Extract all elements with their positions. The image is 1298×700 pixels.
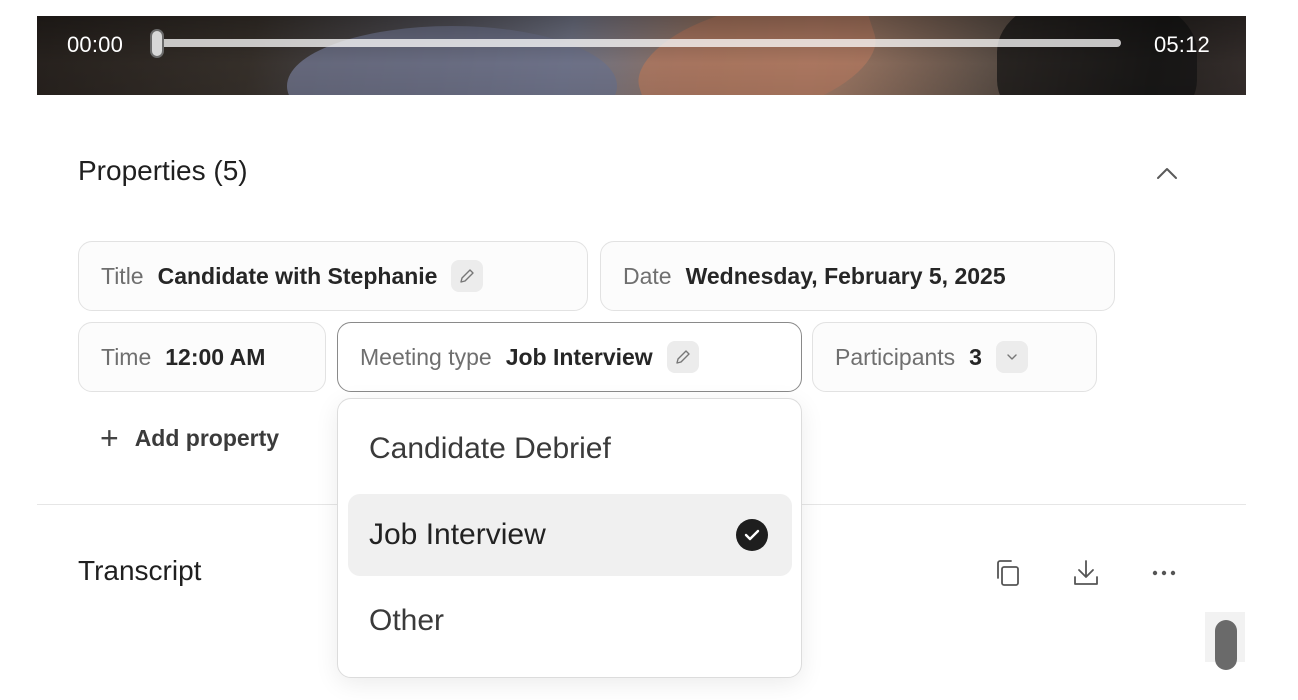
current-time: 00:00 [67, 32, 124, 57]
chevron-down-icon [1007, 354, 1017, 360]
download-transcript-button[interactable] [1068, 555, 1104, 591]
property-key: Meeting type [360, 343, 492, 370]
plus-icon: + [100, 420, 119, 456]
property-key: Participants [835, 343, 956, 370]
property-value: 3 [969, 343, 982, 370]
property-key: Date [623, 262, 672, 289]
expand-participants-button[interactable] [995, 341, 1028, 373]
video-player[interactable]: 00:00 05:12 [37, 16, 1246, 95]
pencil-icon [460, 269, 475, 283]
option-other[interactable]: Other [348, 580, 792, 662]
edit-title-button[interactable] [451, 260, 484, 292]
properties-heading: Properties (5) [78, 155, 248, 186]
option-label: Other [369, 604, 445, 637]
transcript-heading: Transcript [78, 555, 202, 586]
property-title[interactable]: Title Candidate with Stephanie [78, 241, 588, 311]
scrollbar-thumb[interactable] [1215, 620, 1237, 670]
chevron-up-icon [1157, 168, 1177, 179]
pencil-icon [675, 350, 690, 364]
option-label: Candidate Debrief [369, 432, 611, 465]
option-job-interview[interactable]: Job Interview [348, 494, 792, 576]
edit-meeting-type-button[interactable] [666, 341, 699, 373]
option-candidate-debrief[interactable]: Candidate Debrief [348, 408, 792, 490]
copy-transcript-button[interactable] [990, 555, 1026, 591]
property-value: Wednesday, February 5, 2025 [685, 262, 1006, 289]
copy-icon [997, 560, 1019, 586]
option-label: Job Interview [369, 518, 546, 551]
add-property-label: Add property [134, 424, 280, 451]
download-icon [1074, 560, 1098, 585]
property-key: Title [101, 262, 144, 289]
property-date[interactable]: Date Wednesday, February 5, 2025 [600, 241, 1115, 311]
progress-track[interactable] [159, 39, 1121, 47]
duration: 05:12 [1153, 32, 1210, 57]
check-icon [736, 519, 768, 551]
property-value: 12:00 AM [165, 343, 266, 370]
property-value: Job Interview [505, 343, 653, 370]
progress-handle[interactable] [150, 29, 164, 58]
meeting-type-dropdown: Candidate Debrief Job Interview Other [337, 398, 802, 678]
more-options-button[interactable] [1146, 555, 1182, 591]
property-meeting-type[interactable]: Meeting type Job Interview [337, 322, 802, 392]
more-icon [1152, 570, 1176, 576]
property-value: Candidate with Stephanie [157, 262, 438, 289]
property-participants[interactable]: Participants 3 [812, 322, 1097, 392]
add-property-button[interactable]: + Add property [100, 420, 279, 456]
collapse-properties-button[interactable] [1150, 156, 1184, 190]
property-key: Time [101, 343, 152, 370]
property-time[interactable]: Time 12:00 AM [78, 322, 326, 392]
